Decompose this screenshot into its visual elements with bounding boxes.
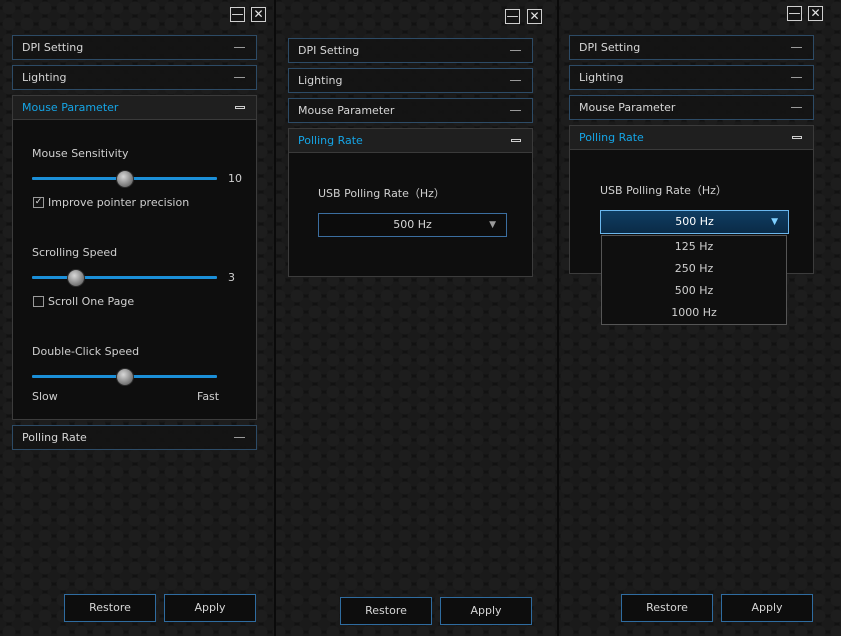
polling-rate-value: 500 Hz xyxy=(393,218,432,231)
fast-label: Fast xyxy=(197,390,220,403)
sensitivity-slider-thumb[interactable] xyxy=(115,170,134,188)
usb-polling-label: USB Polling Rate（Hz） xyxy=(318,187,445,200)
polling-rate-dropdown: 125 Hz 250 Hz 500 Hz 1000 Hz xyxy=(601,235,787,325)
section-dpi-setting[interactable]: DPI Setting xyxy=(569,35,814,60)
minimize-icon: — xyxy=(788,6,801,20)
section-lighting[interactable]: Lighting xyxy=(569,65,814,90)
section-dpi-setting[interactable]: DPI Setting xyxy=(12,35,257,60)
collapse-icon xyxy=(510,80,521,81)
section-lighting[interactable]: Lighting xyxy=(288,68,533,93)
collapse-icon xyxy=(791,107,802,108)
scroll-one-page-checkbox[interactable] xyxy=(33,296,44,307)
section-dpi-setting[interactable]: DPI Setting xyxy=(288,38,533,63)
close-button[interactable]: ✕ xyxy=(251,7,266,22)
collapse-icon xyxy=(510,110,521,111)
close-button[interactable]: ✕ xyxy=(527,9,542,24)
apply-button[interactable]: Apply xyxy=(164,594,256,622)
section-label: Lighting xyxy=(298,74,343,87)
scroll-speed-label: Scrolling Speed xyxy=(32,246,118,259)
panel-polling-rate-open: — ✕ DPI Setting Lighting Mouse Parameter… xyxy=(559,0,841,636)
option-1000[interactable]: 1000 Hz xyxy=(602,302,786,324)
sensitivity-value: 10 xyxy=(228,172,242,185)
section-label: Polling Rate xyxy=(22,431,87,444)
section-label: Polling Rate xyxy=(579,131,644,144)
apply-button[interactable]: Apply xyxy=(721,594,813,622)
collapse-icon xyxy=(791,77,802,78)
section-label: DPI Setting xyxy=(579,41,641,54)
collapse-icon xyxy=(511,139,521,142)
close-button[interactable]: ✕ xyxy=(808,6,823,21)
section-mouse-parameter[interactable]: Mouse Parameter xyxy=(569,95,814,120)
dropdown-arrow-icon: ▼ xyxy=(771,217,778,227)
precision-label: Improve pointer precision xyxy=(48,196,190,209)
section-mouse-parameter[interactable]: Mouse Parameter xyxy=(288,98,533,123)
section-label: Lighting xyxy=(22,71,67,84)
usb-polling-label: USB Polling Rate（Hz） xyxy=(600,184,727,197)
double-click-label: Double-Click Speed xyxy=(32,345,140,358)
section-label: Polling Rate xyxy=(298,134,363,147)
section-label: DPI Setting xyxy=(298,44,360,57)
section-lighting[interactable]: Lighting xyxy=(12,65,257,90)
collapse-icon xyxy=(510,50,521,51)
collapse-icon xyxy=(792,136,802,139)
restore-button[interactable]: Restore xyxy=(621,594,713,622)
polling-rate-body: USB Polling Rate（Hz） 500 Hz ▼ xyxy=(288,153,533,277)
collapse-icon xyxy=(791,47,802,48)
polling-rate-select[interactable]: 500 Hz ▼ xyxy=(318,213,507,237)
panel-polling-rate: — ✕ DPI Setting Lighting Mouse Parameter… xyxy=(276,0,557,636)
restore-button[interactable]: Restore xyxy=(64,594,156,622)
polling-rate-select[interactable]: 500 Hz ▼ xyxy=(600,210,789,234)
section-polling-rate[interactable]: Polling Rate xyxy=(12,425,257,450)
scroll-slider-track[interactable] xyxy=(32,276,217,279)
double-click-slider-thumb[interactable] xyxy=(115,368,134,386)
mouse-parameter-body: Mouse Sensitivity 10 ✓ Improve pointer p… xyxy=(12,120,257,420)
minimize-button[interactable]: — xyxy=(505,9,520,24)
minimize-icon: — xyxy=(506,9,519,23)
scroll-value: 3 xyxy=(228,271,235,284)
section-mouse-parameter[interactable]: Mouse Parameter xyxy=(12,95,257,120)
restore-button[interactable]: Restore xyxy=(340,597,432,625)
scroll-one-page-label: Scroll One Page xyxy=(48,295,135,308)
sensitivity-label: Mouse Sensitivity xyxy=(32,147,129,160)
slow-label: Slow xyxy=(32,390,58,403)
dropdown-arrow-icon: ▼ xyxy=(489,220,496,230)
apply-button[interactable]: Apply xyxy=(440,597,532,625)
option-125[interactable]: 125 Hz xyxy=(602,236,786,258)
scroll-slider-thumb[interactable] xyxy=(67,269,86,287)
section-label: Mouse Parameter xyxy=(579,101,676,114)
section-label: Mouse Parameter xyxy=(298,104,395,117)
option-500[interactable]: 500 Hz xyxy=(602,280,786,302)
section-label: DPI Setting xyxy=(22,41,84,54)
section-polling-rate[interactable]: Polling Rate xyxy=(288,128,533,153)
collapse-icon xyxy=(234,437,245,438)
section-label: Mouse Parameter xyxy=(22,101,119,114)
close-icon: ✕ xyxy=(529,9,540,23)
panel-mouse-parameter: — ✕ DPI Setting Lighting Mouse Parameter… xyxy=(0,0,274,636)
option-250[interactable]: 250 Hz xyxy=(602,258,786,280)
close-icon: ✕ xyxy=(810,6,821,20)
precision-checkbox[interactable]: ✓ xyxy=(33,197,44,208)
minimize-button[interactable]: — xyxy=(787,6,802,21)
minimize-icon: — xyxy=(231,7,244,21)
collapse-icon xyxy=(235,106,245,109)
minimize-button[interactable]: — xyxy=(230,7,245,22)
section-label: Lighting xyxy=(579,71,624,84)
collapse-icon xyxy=(234,77,245,78)
collapse-icon xyxy=(234,47,245,48)
section-polling-rate[interactable]: Polling Rate xyxy=(569,125,814,150)
close-icon: ✕ xyxy=(253,7,264,21)
polling-rate-value: 500 Hz xyxy=(675,215,714,228)
